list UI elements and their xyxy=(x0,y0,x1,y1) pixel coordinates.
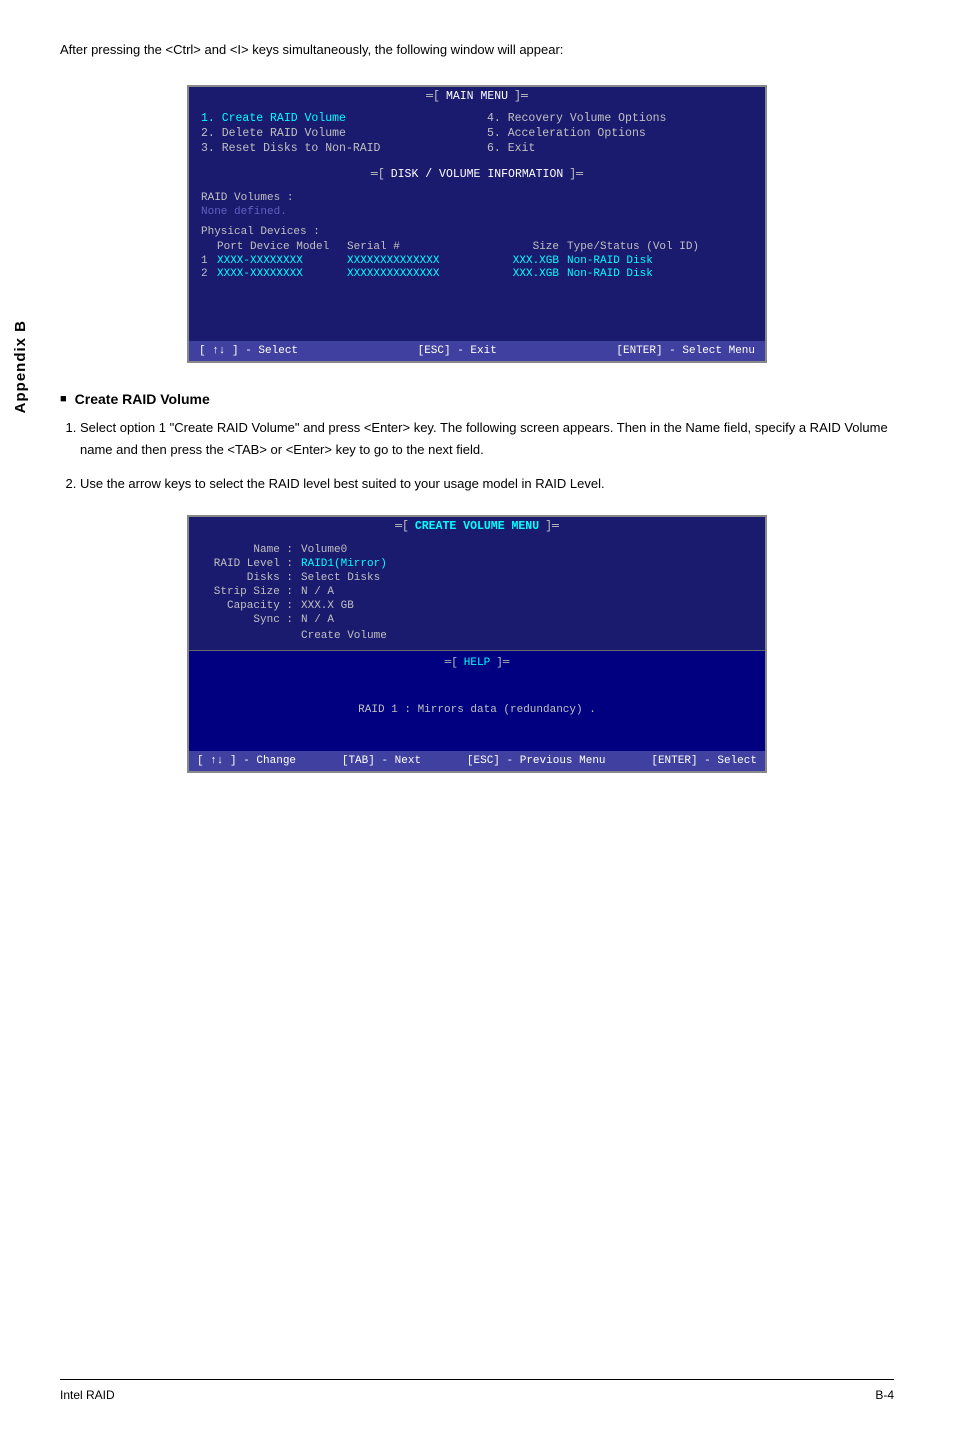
footer-page-number: B-4 xyxy=(875,1388,894,1402)
create-raid-volume-heading-text: Create RAID Volume xyxy=(75,391,210,407)
header-size: Size xyxy=(497,241,567,253)
help-text: RAID 1 : Mirrors data (redundancy) . xyxy=(358,704,596,716)
create-volume-footer: [ ↑↓ ] - Change [TAB] - Next [ESC] - Pre… xyxy=(189,751,765,771)
menu-item-3-num: 3. xyxy=(201,142,215,155)
device-2-model: XXXX-XXXXXXXX xyxy=(217,268,347,280)
menu-item-5: 5. Acceleration Options xyxy=(487,127,753,140)
menu-item-1-label: Create RAID Volume xyxy=(222,112,346,125)
cv-name-value: Volume0 xyxy=(301,544,347,556)
cv-raid-level-row: RAID Level : RAID1(Mirror) xyxy=(201,558,753,570)
disk-volume-section-header: ═[ DISK / VOLUME INFORMATION ]═ xyxy=(189,165,765,184)
menu-item-1: 1. Create RAID Volume xyxy=(201,112,467,125)
device-1-serial: XXXXXXXXXXXXXX xyxy=(347,255,497,267)
device-2-type: Non-RAID Disk xyxy=(567,268,653,280)
menu-item-3: 3. Reset Disks to Non-RAID xyxy=(201,142,467,155)
menu-item-4-num: 4. xyxy=(487,112,501,125)
help-body: RAID 1 : Mirrors data (redundancy) . xyxy=(201,675,753,745)
none-defined-text: None defined. xyxy=(201,206,753,218)
device-2-serial: XXXXXXXXXXXXXX xyxy=(347,268,497,280)
cv-disks-label: Disks : xyxy=(201,572,301,584)
cv-sync-label: Sync : xyxy=(201,614,301,626)
main-menu-title: MAIN MENU xyxy=(440,90,514,103)
device-1-size: XXX.XGB xyxy=(497,255,567,267)
help-title: HELP xyxy=(458,657,496,669)
help-header: ═[ HELP ]═ xyxy=(201,657,753,669)
footer-select: [ ↑↓ ] - Select xyxy=(199,345,298,357)
cv-disks-value: Select Disks xyxy=(301,572,380,584)
cv-footer-select: [ENTER] - Select xyxy=(651,755,757,767)
sidebar-label: Appendix B xyxy=(12,320,29,413)
create-volume-screen: ═[ CREATE VOLUME MENU ]═ Name : Volume0 … xyxy=(187,515,767,773)
device-row-2: 2 XXXX-XXXXXXXX XXXXXXXXXXXXXX XXX.XGB N… xyxy=(201,268,753,280)
step-1: Select option 1 "Create RAID Volume" and… xyxy=(80,417,894,461)
menu-item-6-label: Exit xyxy=(508,142,536,155)
menu-item-5-num: 5. xyxy=(487,127,501,140)
page-footer: Intel RAID B-4 xyxy=(60,1379,894,1402)
cv-name-row: Name : Volume0 xyxy=(201,544,753,556)
footer-exit: [ESC] - Exit xyxy=(418,345,497,357)
cv-footer-next: [TAB] - Next xyxy=(342,755,421,767)
create-volume-body: Name : Volume0 RAID Level : RAID1(Mirror… xyxy=(189,536,765,650)
physical-table-header: Port Device Model Serial # Size Type/Sta… xyxy=(201,241,753,253)
bracket-right: ]═ xyxy=(514,90,528,103)
device-1-type: Non-RAID Disk xyxy=(567,255,653,267)
cv-sync-value: N / A xyxy=(301,614,334,626)
cv-footer-prev-menu: [ESC] - Previous Menu xyxy=(467,755,606,767)
cv-strip-size-value: N / A xyxy=(301,586,334,598)
menu-item-6: 6. Exit xyxy=(487,142,753,155)
cv-raid-level-value: RAID1(Mirror) xyxy=(301,558,387,570)
cv-sync-row: Sync : N / A xyxy=(201,614,753,626)
help-section: ═[ HELP ]═ RAID 1 : Mirrors data (redund… xyxy=(189,650,765,751)
main-menu-body: 1. Create RAID Volume 4. Recovery Volume… xyxy=(189,106,765,165)
menu-item-3-label: Reset Disks to Non-RAID xyxy=(222,142,381,155)
menu-item-2-label: Delete RAID Volume xyxy=(222,127,346,140)
device-row-1: 1 XXXX-XXXXXXXX XXXXXXXXXXXXXX XXX.XGB N… xyxy=(201,255,753,267)
bracket-left: ═[ xyxy=(426,90,440,103)
menu-item-4-label: Recovery Volume Options xyxy=(508,112,667,125)
step-2-text: Use the arrow keys to select the RAID le… xyxy=(80,476,605,491)
intro-text: After pressing the <Ctrl> and <I> keys s… xyxy=(60,40,880,61)
menu-item-4: 4. Recovery Volume Options xyxy=(487,112,753,125)
device-1-model: XXXX-XXXXXXXX xyxy=(217,255,347,267)
cv-create-volume-action: Create Volume xyxy=(301,630,387,642)
menu-item-2: 2. Delete RAID Volume xyxy=(201,127,467,140)
create-volume-title: CREATE VOLUME MENU xyxy=(409,520,545,533)
steps-list: Select option 1 "Create RAID Volume" and… xyxy=(80,417,894,495)
create-volume-title-bar: ═[ CREATE VOLUME MENU ]═ xyxy=(189,517,765,536)
cv-footer-change: [ ↑↓ ] - Change xyxy=(197,755,296,767)
footer-enter: [ENTER] - Select Menu xyxy=(616,345,755,357)
menu-item-1-num: 1. xyxy=(201,112,215,125)
menu-item-6-num: 6. xyxy=(487,142,501,155)
physical-devices-label: Physical Devices : xyxy=(201,226,753,238)
header-type: Type/Status (Vol ID) xyxy=(567,241,753,253)
cv-capacity-row: Capacity : XXX.X GB xyxy=(201,600,753,612)
empty-space xyxy=(201,281,753,331)
device-2-size: XXX.XGB xyxy=(497,268,567,280)
cv-raid-level-label: RAID Level : xyxy=(201,558,301,570)
step-2: Use the arrow keys to select the RAID le… xyxy=(80,473,894,495)
main-menu-title-bar: ═[ MAIN MENU ]═ xyxy=(189,87,765,106)
disk-volume-body: RAID Volumes : None defined. Physical De… xyxy=(189,184,765,337)
header-device-model: Port Device Model xyxy=(217,241,347,253)
main-menu-grid: 1. Create RAID Volume 4. Recovery Volume… xyxy=(201,112,753,155)
step-1-text: Select option 1 "Create RAID Volume" and… xyxy=(80,420,888,457)
cv-create-volume-row: Create Volume xyxy=(201,630,753,642)
menu-item-2-num: 2. xyxy=(201,127,215,140)
main-menu-screen: ═[ MAIN MENU ]═ 1. Create RAID Volume 4.… xyxy=(187,85,767,363)
physical-devices-section: Physical Devices : Port Device Model Ser… xyxy=(201,226,753,280)
cv-disks-row: Disks : Select Disks xyxy=(201,572,753,584)
header-serial: Serial # xyxy=(347,241,497,253)
cv-name-label: Name : xyxy=(201,544,301,556)
cv-capacity-label: Capacity : xyxy=(201,600,301,612)
footer-left-text: Intel RAID xyxy=(60,1388,115,1402)
disk-volume-title: DISK / VOLUME INFORMATION xyxy=(385,168,570,181)
main-menu-footer: [ ↑↓ ] - Select [ESC] - Exit [ENTER] - S… xyxy=(189,341,765,361)
raid-volumes-label: RAID Volumes : xyxy=(201,192,753,204)
cv-strip-size-row: Strip Size : N / A xyxy=(201,586,753,598)
cv-strip-size-label: Strip Size : xyxy=(201,586,301,598)
create-raid-volume-heading: Create RAID Volume xyxy=(60,391,894,407)
menu-item-5-label: Acceleration Options xyxy=(508,127,646,140)
cv-capacity-value: XXX.X GB xyxy=(301,600,354,612)
